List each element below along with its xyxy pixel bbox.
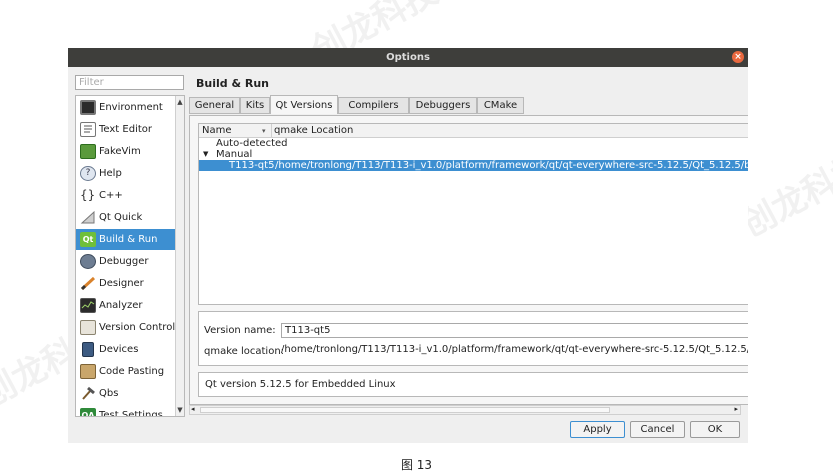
sidebar-item-build-run[interactable]: Qt Build & Run — [76, 229, 177, 250]
help-icon: ? — [80, 166, 96, 181]
qt-build-icon: Qt — [80, 232, 96, 247]
cancel-button[interactable]: Cancel — [630, 421, 685, 438]
version-name-input[interactable]: T113-qt5 — [281, 323, 748, 338]
qt-version-name: T113-qt5 — [229, 160, 275, 171]
tree-row-auto-detected[interactable]: Auto-detected — [199, 138, 748, 149]
qa-icon: QA — [80, 408, 96, 416]
ok-button[interactable]: OK — [690, 421, 740, 438]
scrollbar-thumb[interactable] — [200, 407, 610, 413]
sidebar-item-debugger[interactable]: Debugger — [76, 251, 177, 272]
close-icon: × — [734, 52, 742, 62]
filter-input[interactable]: Filter — [75, 75, 184, 90]
sidebar-item-fakevim[interactable]: FakeVim — [76, 141, 177, 162]
filter-placeholder: Filter — [79, 77, 104, 88]
horizontal-scrollbar[interactable]: ◂ ▸ — [189, 405, 741, 415]
monitor-icon — [80, 100, 96, 115]
qt-version-info: Qt version 5.12.5 for Embedded Linux — [198, 372, 748, 397]
sidebar-item-qt-quick[interactable]: Qt Quick — [76, 207, 177, 228]
window-title: Options — [386, 52, 430, 63]
sidebar-item-analyzer[interactable]: Analyzer — [76, 295, 177, 316]
sidebar-item-help[interactable]: ? Help — [76, 163, 177, 184]
sidebar-item-qbs[interactable]: Qbs — [76, 383, 177, 404]
tab-qt-versions[interactable]: Qt Versions — [270, 95, 338, 114]
title-bar: Options × — [68, 48, 748, 67]
options-dialog: Options × Filter Environment Text Editor… — [68, 48, 748, 443]
braces-icon: {} — [80, 188, 96, 202]
sidebar-item-test-settings[interactable]: QA Test Settings — [76, 405, 177, 416]
column-header-name[interactable]: Name — [202, 124, 232, 137]
tab-compilers[interactable]: Compilers — [338, 97, 409, 114]
device-icon — [82, 342, 94, 357]
scroll-right-icon[interactable]: ▸ — [734, 405, 738, 413]
tree-header: Name ▾ qmake Location — [199, 124, 748, 138]
tree-row-manual[interactable]: ▼ Manual — [199, 149, 748, 160]
sidebar-item-cpp[interactable]: {} C++ — [76, 185, 177, 206]
sidebar-item-text-editor[interactable]: Text Editor — [76, 119, 177, 140]
version-name-label: Version name: — [204, 325, 276, 336]
qt-version-path: /home/tronlong/T113/T113-i_v1.0/platform… — [275, 160, 748, 171]
sidebar: Environment Text Editor FakeVim ? Help {… — [75, 95, 185, 417]
sort-indicator-icon: ▾ — [262, 127, 266, 135]
scroll-up-icon[interactable]: ▲ — [176, 97, 184, 107]
qt-versions-panel: Name ▾ qmake Location Auto-detected ▼ Ma… — [189, 115, 748, 405]
sidebar-item-designer[interactable]: Designer — [76, 273, 177, 294]
tree-row-qt-version[interactable]: T113-qt5 /home/tronlong/T113/T113-i_v1.0… — [199, 160, 748, 171]
sidebar-item-devices[interactable]: Devices — [76, 339, 177, 360]
column-header-qmake[interactable]: qmake Location — [271, 124, 353, 137]
qmake-location-label: qmake location: — [204, 346, 285, 357]
scroll-down-icon[interactable]: ▼ — [176, 405, 184, 415]
document-icon — [80, 122, 96, 137]
vcs-icon — [80, 320, 96, 335]
apply-button[interactable]: Apply — [570, 421, 625, 438]
paste-icon — [80, 364, 96, 379]
tab-general[interactable]: General — [189, 97, 240, 114]
vim-icon — [80, 144, 96, 159]
hammer-icon — [80, 386, 96, 401]
analyzer-icon — [80, 298, 96, 313]
qt-quick-icon — [80, 210, 96, 225]
close-button[interactable]: × — [732, 51, 744, 63]
tab-kits[interactable]: Kits — [240, 97, 270, 114]
version-details: Version name: T113-qt5 qmake location: /… — [198, 311, 748, 366]
tab-cmake[interactable]: CMake — [477, 97, 524, 114]
sidebar-item-version-control[interactable]: Version Control — [76, 317, 177, 338]
tab-debuggers[interactable]: Debuggers — [409, 97, 477, 114]
bug-icon — [80, 254, 96, 269]
sidebar-item-environment[interactable]: Environment — [76, 97, 177, 118]
scroll-left-icon[interactable]: ◂ — [191, 405, 195, 413]
expand-arrow-icon: ▼ — [203, 150, 209, 158]
pencil-icon — [80, 276, 96, 291]
sidebar-scrollbar[interactable]: ▲ ▼ — [175, 96, 184, 416]
qmake-location-value: /home/tronlong/T113/T113-i_v1.0/platform… — [281, 344, 748, 355]
page-title: Build & Run — [196, 77, 270, 90]
qt-versions-tree[interactable]: Name ▾ qmake Location Auto-detected ▼ Ma… — [198, 123, 748, 305]
sidebar-item-code-pasting[interactable]: Code Pasting — [76, 361, 177, 382]
figure-caption: 图 13 — [400, 458, 433, 472]
